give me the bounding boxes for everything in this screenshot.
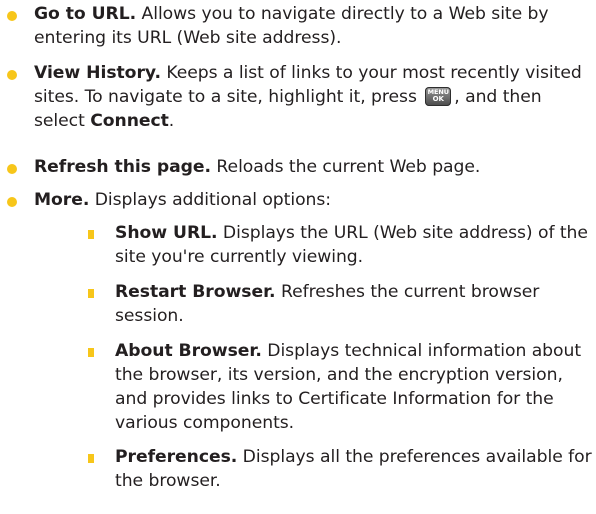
subitem-term: Restart Browser. [115, 282, 276, 302]
item-description-end: . [168, 111, 175, 131]
list-item-text: More. Displays additional options: [34, 188, 592, 212]
bullet-icon [7, 164, 17, 174]
item-description: Reloads the current Web page. [211, 157, 481, 177]
subitem-term: Show URL. [115, 223, 218, 243]
sublist-item-text: About Browser. Displays technical inform… [115, 339, 593, 435]
sub-bullet-icon [88, 230, 94, 239]
bullet-icon [7, 197, 17, 207]
item-term: View History. [34, 63, 161, 83]
list-item-text: Go to URL. Allows you to navigate direct… [34, 2, 592, 50]
bullet-icon [7, 11, 17, 21]
key-label-ok: OK [432, 95, 444, 103]
item-term: Refresh this page. [34, 157, 212, 177]
item-term-connect: Connect [90, 111, 169, 131]
sub-bullet-icon [88, 348, 94, 357]
subitem-term: About Browser. [115, 341, 262, 361]
list-item-text: Refresh this page. Reloads the current W… [34, 155, 592, 179]
item-term: Go to URL. [34, 4, 137, 24]
item-description: Displays additional options: [89, 190, 332, 210]
sublist-item-text: Restart Browser. Refreshes the current b… [115, 280, 593, 328]
sublist-item-text: Preferences. Displays all the preference… [115, 445, 593, 493]
bullet-icon [7, 70, 17, 80]
sub-bullet-icon [88, 289, 94, 298]
item-term: More. [34, 190, 90, 210]
menu-ok-key-icon: MENU OK [425, 87, 452, 106]
subitem-term: Preferences. [115, 447, 238, 467]
sublist-item-text: Show URL. Displays the URL (Web site add… [115, 221, 593, 269]
list-item-text: View History. Keeps a list of links to y… [34, 61, 592, 133]
sub-bullet-icon [88, 454, 94, 463]
